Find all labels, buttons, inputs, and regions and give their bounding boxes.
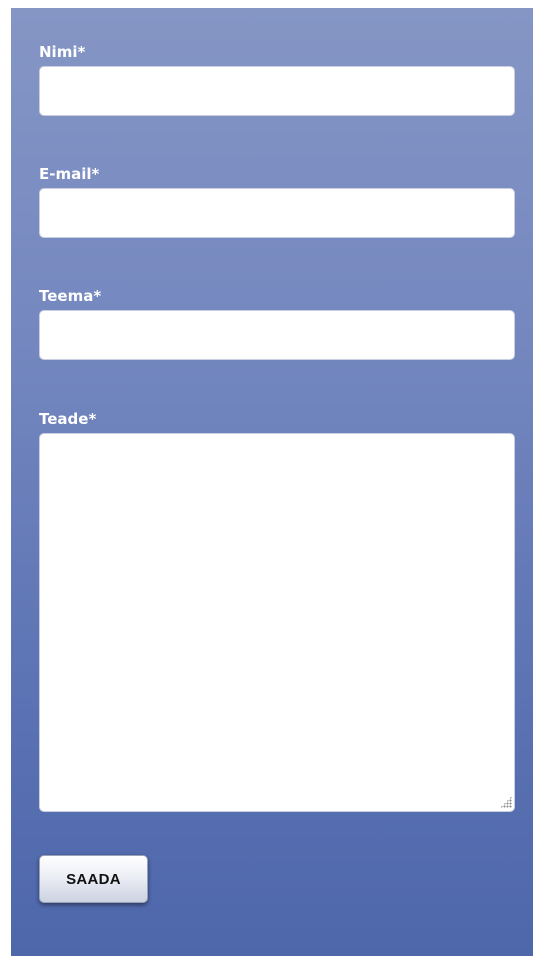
email-input[interactable] bbox=[39, 188, 515, 238]
email-label: E-mail* bbox=[39, 165, 100, 183]
name-input[interactable] bbox=[39, 66, 515, 116]
name-label: Nimi* bbox=[39, 43, 86, 61]
subject-input[interactable] bbox=[39, 310, 515, 360]
submit-button[interactable]: SAADA bbox=[39, 855, 148, 903]
subject-label: Teema* bbox=[39, 287, 102, 305]
message-textarea[interactable] bbox=[39, 433, 515, 812]
contact-form: Nimi* E-mail* Teema* Teade* SAADA bbox=[11, 8, 533, 956]
message-label: Teade* bbox=[39, 410, 97, 428]
